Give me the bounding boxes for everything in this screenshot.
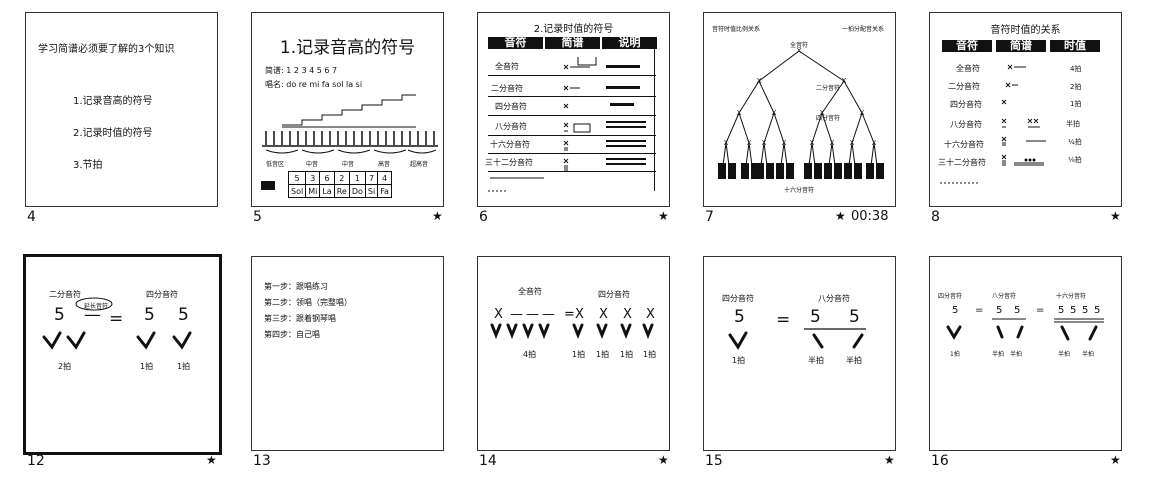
slide-preview[interactable]: 全音符 四分音符 X — — — = X X X X 4拍 1拍 1拍 1拍 1… bbox=[477, 256, 670, 451]
solfege-table: 5362174 Sol Mi La Re Do Si Fa bbox=[287, 171, 392, 198]
svg-text:X: X bbox=[772, 109, 777, 117]
step-item: 第二步：领唱（完整唱） bbox=[264, 298, 352, 307]
thumbnail-slide-5[interactable]: 1.记录音高的符号 简谱: 1 2 3 4 5 6 7 唱名: do re mi… bbox=[251, 12, 451, 237]
beat-label: 1拍 bbox=[140, 362, 154, 371]
slide-number: 8 bbox=[931, 209, 940, 225]
slide-preview[interactable]: 2.记录时值的符号 音符 简谱 说明 全音符 二分音符 四分音符 八分音符 十六… bbox=[477, 12, 670, 207]
star-icon[interactable]: ★ bbox=[432, 209, 443, 223]
star-icon[interactable]: ★ bbox=[206, 453, 217, 467]
slide-number: 13 bbox=[253, 453, 271, 469]
thumbnail-slide-6[interactable]: 2.记录时值的符号 音符 简谱 说明 全音符 二分音符 四分音符 八分音符 十六… bbox=[477, 12, 677, 237]
svg-text:X: X bbox=[830, 139, 835, 147]
list-item: 3.节拍 bbox=[73, 160, 103, 171]
slide-number: 16 bbox=[931, 453, 949, 469]
step-item: 第三步：跟着钢琴唱 bbox=[264, 314, 336, 323]
thumbnail-slide-15[interactable]: 四分音符 八分音符 5 = 5 5 1拍 半拍 半拍 15 ★ bbox=[703, 256, 903, 481]
slide-preview[interactable]: 第一步：跟唱练习 第二步：领唱（完整唱） 第三步：跟着钢琴唱 第四步：自己唱 bbox=[251, 256, 444, 451]
svg-text:⅛拍: ⅛拍 bbox=[1068, 155, 1082, 164]
svg-text:X: X bbox=[842, 77, 847, 85]
note-symbols: 4拍 2拍 1拍半拍 ¼拍 ⅛拍 bbox=[940, 64, 1082, 184]
slide-preview[interactable]: 二分音符 四分音符 5 — = 5 5 延长音符 2拍 1拍 1拍 bbox=[23, 254, 222, 455]
beat-label: 半拍 bbox=[1058, 351, 1071, 358]
beat-label: 1拍 bbox=[177, 362, 191, 371]
svg-text:X: X bbox=[762, 139, 767, 147]
beat-label: 1拍 bbox=[732, 356, 746, 365]
slide-preview[interactable]: 四分音符 八分音符 5 = 5 5 1拍 半拍 半拍 bbox=[703, 256, 896, 451]
svg-text:2拍: 2拍 bbox=[1070, 82, 1081, 91]
slide-number: 14 bbox=[479, 453, 497, 469]
slide-preview[interactable]: 音符时值比例关系 一拍分配音关系 全音符 二分音符 四分音符 十六分音符 XXX… bbox=[703, 12, 896, 207]
thumbnail-slide-8[interactable]: 音符时值的关系 音符 简谱 时值 全音符 二分音符 四分音符 八分音符 十六分音… bbox=[929, 12, 1129, 237]
beat-label: 半拍 bbox=[1082, 351, 1095, 358]
slide-preview[interactable]: 学习简谱必须要了解的3个知识 1.记录音高的符号 2.记录时值的符号 3.节拍 bbox=[25, 12, 218, 207]
slide-number: 12 bbox=[27, 453, 45, 469]
beat-label: 半拍 bbox=[1010, 351, 1023, 358]
slide-number: 15 bbox=[705, 453, 723, 469]
beat-label: 4拍 bbox=[523, 350, 537, 359]
star-icon[interactable]: ★ bbox=[1110, 453, 1121, 467]
svg-text:X: X bbox=[820, 109, 825, 117]
beat-label: 半拍 bbox=[992, 351, 1005, 358]
list-item: 1.记录音高的符号 bbox=[73, 96, 153, 107]
star-icon[interactable]: ★ bbox=[884, 453, 895, 467]
beat-label: 1拍 bbox=[643, 350, 657, 359]
thumbnail-slide-13[interactable]: 第一步：跟唱练习 第二步：领唱（完整唱） 第三步：跟着钢琴唱 第四步：自己唱 1… bbox=[251, 256, 451, 481]
beat-label: 半拍 bbox=[846, 356, 862, 365]
step-item: 第四步：自己唱 bbox=[264, 330, 320, 339]
beat-marks bbox=[728, 328, 866, 350]
slide-number: 5 bbox=[253, 209, 262, 225]
star-icon[interactable]: ★ bbox=[658, 453, 669, 467]
slide-number: 4 bbox=[27, 209, 36, 225]
scale-label: 中音 bbox=[306, 161, 319, 168]
star-icon[interactable]: ★ bbox=[835, 209, 846, 223]
slide-number: 7 bbox=[705, 209, 714, 225]
scale-label: 超高音 bbox=[410, 161, 429, 168]
slide-number: 6 bbox=[479, 209, 488, 225]
svg-text:1拍: 1拍 bbox=[1070, 99, 1081, 108]
beat-label: 1拍 bbox=[950, 351, 960, 358]
star-icon[interactable]: ★ bbox=[1110, 209, 1121, 223]
scale-label: 中音 bbox=[342, 161, 355, 168]
note-tree-diagram: X X X X X X X X X X X X X X X bbox=[718, 47, 884, 179]
svg-text:半拍: 半拍 bbox=[1066, 119, 1080, 128]
star-icon[interactable]: ★ bbox=[658, 209, 669, 223]
svg-text:X: X bbox=[737, 109, 742, 117]
thumbnail-slide-7[interactable]: 音符时值比例关系 一拍分配音关系 全音符 二分音符 四分音符 十六分音符 XXX… bbox=[703, 12, 903, 237]
thumbnail-slide-14[interactable]: 全音符 四分音符 X — — — = X X X X 4拍 1拍 1拍 1拍 1… bbox=[477, 256, 677, 481]
beat-label: 1拍 bbox=[572, 350, 586, 359]
beat-label: 1拍 bbox=[596, 350, 610, 359]
list-item: 2.记录时值的符号 bbox=[73, 128, 153, 139]
slide-preview[interactable]: 四分音符 八分音符 十六分音符 5 = 5 5 = 5 5 5 5 1拍 半拍 … bbox=[929, 256, 1122, 451]
svg-text:X: X bbox=[850, 139, 855, 147]
svg-text:¼拍: ¼拍 bbox=[1068, 137, 1082, 146]
scale-label: 高音 bbox=[378, 161, 391, 168]
beat-label: 1拍 bbox=[620, 350, 634, 359]
thumbnail-slide-12[interactable]: 二分音符 四分音符 5 — = 5 5 延长音符 2拍 1拍 1拍 12 ★ bbox=[23, 254, 225, 481]
note-symbols bbox=[488, 57, 646, 192]
thumbnail-slide-16[interactable]: 四分音符 八分音符 十六分音符 5 = 5 5 = 5 5 5 5 1拍 半拍 … bbox=[929, 256, 1129, 481]
svg-text:X: X bbox=[860, 109, 865, 117]
beat-marks bbox=[42, 297, 192, 350]
step-item: 第一步：跟唱练习 bbox=[264, 282, 328, 291]
slide-title: 学习简谱必须要了解的3个知识 bbox=[38, 44, 175, 55]
svg-text:X: X bbox=[724, 139, 729, 147]
svg-text:4拍: 4拍 bbox=[1070, 64, 1081, 73]
thumbnail-slide-4[interactable]: 学习简谱必须要了解的3个知识 1.记录音高的符号 2.记录时值的符号 3.节拍 … bbox=[25, 12, 225, 237]
slide-preview[interactable]: 1.记录音高的符号 简谱: 1 2 3 4 5 6 7 唱名: do re mi… bbox=[251, 12, 444, 207]
svg-text:X: X bbox=[810, 139, 815, 147]
beat-label: 2拍 bbox=[58, 362, 72, 371]
svg-text:X: X bbox=[747, 139, 752, 147]
svg-text:X: X bbox=[797, 47, 802, 55]
svg-text:X: X bbox=[782, 139, 787, 147]
svg-text:X: X bbox=[872, 139, 877, 147]
svg-text:X: X bbox=[757, 77, 762, 85]
timing-label: 00:38 bbox=[851, 209, 889, 224]
beat-label: 半拍 bbox=[808, 356, 824, 365]
slide-preview[interactable]: 音符时值的关系 音符 简谱 时值 全音符 二分音符 四分音符 八分音符 十六分音… bbox=[929, 12, 1122, 207]
scale-label: 低音区 bbox=[266, 161, 285, 168]
